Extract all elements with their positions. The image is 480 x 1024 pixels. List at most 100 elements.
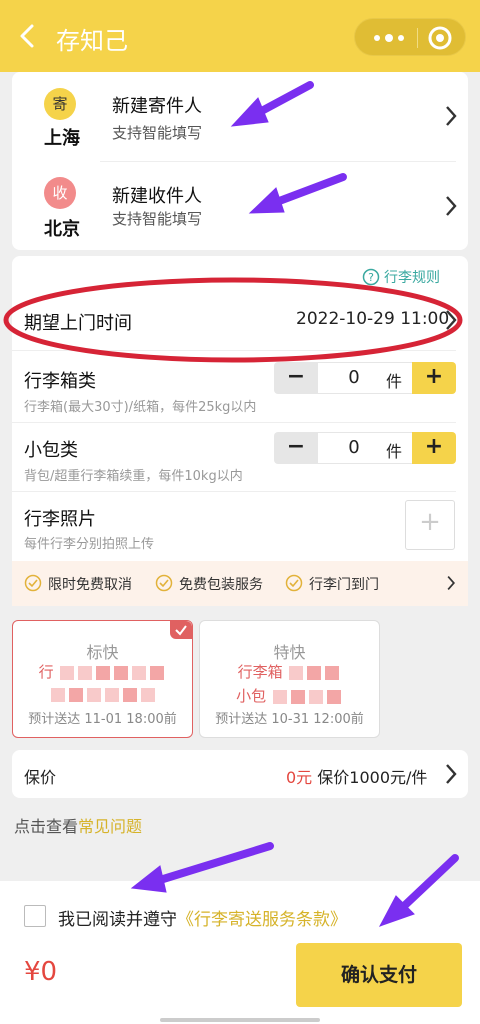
redacted-block xyxy=(326,689,341,704)
photo-label: 行李照片 xyxy=(24,509,96,530)
redacted-block xyxy=(68,687,83,702)
redacted-block xyxy=(290,689,305,704)
more-dots-icon[interactable] xyxy=(367,27,411,49)
insurance-amount: 0元 xyxy=(286,768,313,787)
chevron-right-icon xyxy=(446,106,457,126)
service-option-express[interactable]: 特快 行李箱 小包 预计送达 10-31 12:00前 xyxy=(199,620,380,738)
smallbag-desc: 背包/超重行李箱续重，每件10kg以内 xyxy=(24,469,243,484)
help-circle-icon: ? xyxy=(362,268,380,286)
insurance-value: 0元 保价1000元/件 xyxy=(286,764,427,788)
luggage-rules-link[interactable]: ? 行李规则 xyxy=(362,266,458,288)
redacted-block xyxy=(86,687,101,702)
service-name: 特快 xyxy=(273,643,306,662)
smallbag-stepper: − 0 件 + xyxy=(274,432,456,464)
suitcase-stepper: − 0 件 + xyxy=(274,362,456,394)
redacted-block xyxy=(78,665,93,680)
service-name: 标快 xyxy=(86,643,119,662)
suitcase-label: 行李箱类 xyxy=(24,371,96,392)
redacted-block xyxy=(60,665,75,680)
redacted-block xyxy=(132,665,147,680)
faq-prefix: 点击查看 xyxy=(14,817,79,836)
sender-row[interactable]: 寄 上海 新建寄件人 支持智能填写 xyxy=(12,72,468,162)
photo-upload-button[interactable]: + xyxy=(405,500,455,550)
mini-program-capsule xyxy=(354,18,466,56)
check-circle-icon xyxy=(24,574,42,592)
pickup-time-label: 期望上门时间 xyxy=(24,313,132,334)
suitcase-desc: 行李箱(最大30寸)/纸箱，每件25kg以内 xyxy=(24,400,257,415)
agreement-line: 我已阅读并遵守《行李寄送服务条款》 xyxy=(58,905,347,930)
redacted-block xyxy=(150,665,165,680)
chevron-right-icon xyxy=(446,196,457,216)
redacted-block xyxy=(308,689,323,704)
photo-desc: 每件行李分别拍照上传 xyxy=(24,537,155,552)
receiver-row[interactable]: 收 北京 新建收件人 支持智能填写 xyxy=(12,162,468,252)
insurance-label: 保价 xyxy=(24,768,57,787)
nav-bar: 存知己 xyxy=(0,0,480,72)
back-arrow-icon[interactable] xyxy=(14,18,42,54)
increment-button[interactable]: + xyxy=(412,432,456,464)
service-desc-text: 小包 xyxy=(236,687,267,705)
confirm-pay-button[interactable]: 确认支付 xyxy=(296,943,462,1007)
service-desc-line: 小包 xyxy=(200,685,379,706)
sender-badge: 寄 xyxy=(44,88,76,120)
divider xyxy=(12,491,456,492)
redacted-block xyxy=(289,665,304,680)
feature-label: 行李门到门 xyxy=(309,577,379,593)
insurance-detail: 保价1000元/件 xyxy=(317,768,428,787)
pickup-time-value[interactable]: 2022-10-29 11:00 xyxy=(296,309,449,329)
service-eta: 预计送达 10-31 12:00前 xyxy=(215,712,364,727)
service-desc-line xyxy=(13,685,192,703)
agreement-text: 我已阅读并遵守 xyxy=(58,910,177,930)
home-indicator xyxy=(160,1018,320,1022)
service-desc-text: 行李箱 xyxy=(237,663,283,681)
redacted-block xyxy=(307,665,322,680)
service-desc-text: 行 xyxy=(38,663,54,681)
faq-link[interactable]: 常见问题 xyxy=(78,817,142,836)
redacted-block xyxy=(114,665,129,680)
redacted-block xyxy=(325,665,340,680)
redacted-block xyxy=(50,687,65,702)
feature-strip[interactable]: 限时免费取消 免费包装服务 行李门到门 xyxy=(12,561,468,606)
decrement-button[interactable]: − xyxy=(274,362,318,394)
count-display: 0 件 xyxy=(318,362,412,394)
count-unit: 件 xyxy=(386,372,403,391)
redacted-block xyxy=(272,689,287,704)
address-card: 寄 上海 新建寄件人 支持智能填写 收 北京 新建收件人 支持智能填写 xyxy=(12,72,468,250)
check-circle-icon xyxy=(285,574,303,592)
redacted-block xyxy=(104,687,119,702)
receiver-badge: 收 xyxy=(44,177,76,209)
sender-city: 上海 xyxy=(44,128,80,149)
divider xyxy=(12,422,456,423)
redacted-block xyxy=(122,687,137,702)
divider xyxy=(12,350,456,351)
decrement-button[interactable]: − xyxy=(274,432,318,464)
feature-label: 免费包装服务 xyxy=(179,577,263,593)
chevron-right-icon xyxy=(446,764,457,784)
count-display: 0 件 xyxy=(318,432,412,464)
chevron-right-icon xyxy=(446,310,457,330)
total-price: ¥0 xyxy=(24,957,58,987)
sender-title: 新建寄件人 xyxy=(112,96,202,117)
service-desc-line: 行 xyxy=(13,661,192,682)
plus-icon: + xyxy=(419,507,441,537)
redacted-block xyxy=(140,687,155,702)
close-target-icon[interactable] xyxy=(427,25,453,51)
service-option-standard[interactable]: 标快 行 预计送达 11-01 18:00前 xyxy=(12,620,193,738)
faq-line: 点击查看常见问题 xyxy=(14,813,142,837)
capsule-divider xyxy=(417,28,418,48)
check-circle-icon xyxy=(155,574,173,592)
service-eta: 预计送达 11-01 18:00前 xyxy=(28,712,177,727)
count-unit: 件 xyxy=(386,442,403,461)
redacted-block xyxy=(96,665,111,680)
agreement-terms-link[interactable]: 《行李寄送服务条款》 xyxy=(177,910,347,930)
service-desc-line: 行李箱 xyxy=(200,661,379,682)
chevron-right-icon xyxy=(447,576,456,590)
selected-check-icon xyxy=(170,621,192,639)
count-value: 0 xyxy=(348,367,360,388)
svg-text:?: ? xyxy=(368,271,374,284)
increment-button[interactable]: + xyxy=(412,362,456,394)
receiver-city: 北京 xyxy=(44,219,80,240)
luggage-rules-label: 行李规则 xyxy=(384,270,440,286)
receiver-title: 新建收件人 xyxy=(112,186,202,207)
agreement-checkbox[interactable] xyxy=(24,905,46,927)
